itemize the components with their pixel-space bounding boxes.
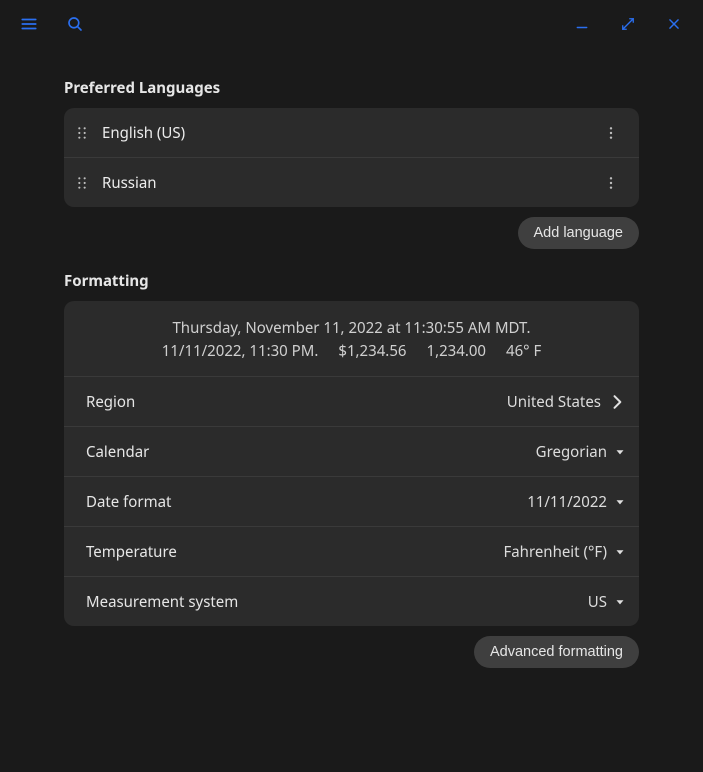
chevron-right-icon xyxy=(607,392,627,412)
close-icon[interactable] xyxy=(665,15,683,33)
titlebar-left xyxy=(20,15,84,33)
caret-down-icon xyxy=(613,445,627,459)
format-preview-shortdate: 11/11/2022, 11:30 PM. xyxy=(162,340,319,363)
add-language-button[interactable]: Add language xyxy=(518,217,640,249)
formatting-actions: Advanced formatting xyxy=(64,636,639,668)
date-format-value: 11/11/2022 xyxy=(527,492,607,512)
format-preview-long: Thursday, November 11, 2022 at 11:30:55 … xyxy=(74,317,629,340)
caret-down-icon xyxy=(613,495,627,509)
language-label: Russian xyxy=(102,173,599,193)
temperature-row[interactable]: Temperature Fahrenheit (°F) xyxy=(64,526,639,576)
measurement-value: US xyxy=(588,592,607,612)
languages-list: English (US) Russian xyxy=(64,108,639,207)
drag-handle-icon[interactable] xyxy=(74,175,90,191)
temperature-value: Fahrenheit (°F) xyxy=(503,542,607,562)
content: Preferred Languages English (US) Russian… xyxy=(0,48,703,668)
format-preview: Thursday, November 11, 2022 at 11:30:55 … xyxy=(64,301,639,376)
minimize-icon[interactable] xyxy=(573,15,591,33)
calendar-value: Gregorian xyxy=(536,442,607,462)
region-row[interactable]: Region United States xyxy=(64,376,639,426)
region-value: United States xyxy=(507,392,601,412)
language-row[interactable]: English (US) xyxy=(64,108,639,157)
search-icon[interactable] xyxy=(66,15,84,33)
titlebar-right xyxy=(573,15,683,33)
languages-section-title: Preferred Languages xyxy=(64,78,639,98)
hamburger-menu-icon[interactable] xyxy=(20,15,38,33)
languages-actions: Add language xyxy=(64,217,639,249)
temperature-label: Temperature xyxy=(86,542,177,562)
kebab-menu-icon[interactable] xyxy=(599,171,623,195)
advanced-formatting-button[interactable]: Advanced formatting xyxy=(474,636,639,668)
date-format-row[interactable]: Date format 11/11/2022 xyxy=(64,476,639,526)
formatting-card: Thursday, November 11, 2022 at 11:30:55 … xyxy=(64,301,639,626)
region-label: Region xyxy=(86,392,135,412)
drag-handle-icon[interactable] xyxy=(74,125,90,141)
language-row[interactable]: Russian xyxy=(64,157,639,207)
format-preview-currency: $1,234.56 xyxy=(338,340,406,363)
titlebar xyxy=(0,0,703,48)
date-format-label: Date format xyxy=(86,492,171,512)
formatting-section-title: Formatting xyxy=(64,271,639,291)
caret-down-icon xyxy=(613,545,627,559)
calendar-row[interactable]: Calendar Gregorian xyxy=(64,426,639,476)
calendar-label: Calendar xyxy=(86,442,149,462)
measurement-row[interactable]: Measurement system US xyxy=(64,576,639,626)
caret-down-icon xyxy=(613,595,627,609)
maximize-icon[interactable] xyxy=(619,15,637,33)
language-label: English (US) xyxy=(102,123,599,143)
format-preview-temperature: 46° F xyxy=(506,340,541,363)
format-preview-number: 1,234.00 xyxy=(426,340,486,363)
kebab-menu-icon[interactable] xyxy=(599,121,623,145)
measurement-label: Measurement system xyxy=(86,592,238,612)
